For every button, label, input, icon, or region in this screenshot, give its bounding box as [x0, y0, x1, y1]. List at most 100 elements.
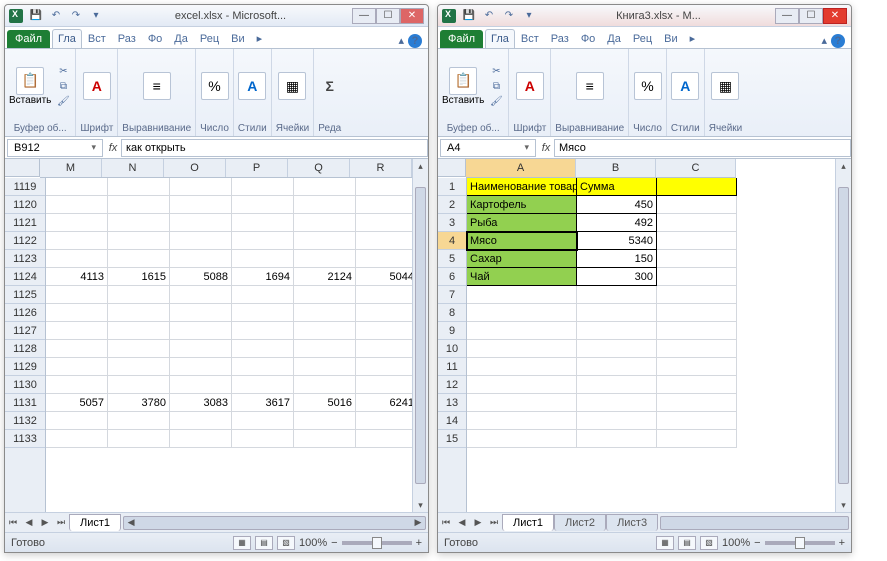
- cell[interactable]: [232, 412, 294, 430]
- cell[interactable]: [232, 358, 294, 376]
- cell[interactable]: 2124: [294, 268, 356, 286]
- formula-bar[interactable]: как открыть: [121, 139, 428, 157]
- help-icon[interactable]: ?: [408, 34, 422, 48]
- qat-more-icon[interactable]: ▾: [520, 8, 538, 24]
- tab-data[interactable]: Да: [168, 29, 194, 48]
- tab-formulas[interactable]: Фо: [142, 29, 168, 48]
- hscroll-left-icon[interactable]: ◀: [124, 517, 138, 529]
- tab-more-icon[interactable]: ▸: [684, 28, 702, 48]
- cell[interactable]: [356, 376, 412, 394]
- cell[interactable]: [356, 412, 412, 430]
- tab-review[interactable]: Рец: [194, 29, 225, 48]
- cell[interactable]: [46, 376, 108, 394]
- cut-icon[interactable]: ✂: [488, 64, 504, 78]
- cell[interactable]: [108, 412, 170, 430]
- cell-area[interactable]: Наименование товараСуммаКартофель450Рыба…: [467, 178, 737, 512]
- cell[interactable]: [170, 412, 232, 430]
- name-box[interactable]: B912▾: [7, 139, 103, 157]
- cell[interactable]: 5088: [170, 268, 232, 286]
- cell[interactable]: [232, 304, 294, 322]
- row-header[interactable]: 1119: [5, 178, 45, 196]
- cell[interactable]: [294, 322, 356, 340]
- save-icon[interactable]: 💾: [460, 8, 478, 24]
- styles-icon[interactable]: A: [671, 72, 699, 100]
- cell[interactable]: [294, 250, 356, 268]
- cell[interactable]: Сахар: [467, 250, 577, 268]
- cell[interactable]: [232, 178, 294, 196]
- align-icon[interactable]: ≡: [576, 72, 604, 100]
- paste-icon[interactable]: 📋: [449, 67, 477, 95]
- row-header[interactable]: 1128: [5, 340, 45, 358]
- cell[interactable]: [657, 412, 737, 430]
- select-all-corner[interactable]: [438, 159, 466, 177]
- cell[interactable]: [232, 340, 294, 358]
- format-painter-icon[interactable]: 🖌: [55, 94, 71, 108]
- cell-area[interactable]: 4113161550881694212450445057378030833617…: [46, 178, 412, 512]
- tab-layout[interactable]: Раз: [112, 29, 142, 48]
- row-header[interactable]: 9: [438, 322, 466, 340]
- sheet-nav-last-icon[interactable]: ⏭: [486, 515, 502, 531]
- cell[interactable]: [467, 394, 577, 412]
- row-header[interactable]: 2: [438, 196, 466, 214]
- tab-data[interactable]: Да: [601, 29, 627, 48]
- row-header[interactable]: 11: [438, 358, 466, 376]
- cell[interactable]: [294, 376, 356, 394]
- view-break-icon[interactable]: ▧: [700, 536, 718, 550]
- cell[interactable]: 1615: [108, 268, 170, 286]
- cell[interactable]: [46, 322, 108, 340]
- cell[interactable]: [232, 430, 294, 448]
- scroll-up-icon[interactable]: ▴: [836, 159, 851, 173]
- cell[interactable]: [46, 430, 108, 448]
- view-normal-icon[interactable]: ▦: [233, 536, 251, 550]
- row-header[interactable]: 1120: [5, 196, 45, 214]
- col-header[interactable]: R: [350, 159, 412, 177]
- row-header[interactable]: 1124: [5, 268, 45, 286]
- copy-icon[interactable]: ⧉: [488, 79, 504, 93]
- save-icon[interactable]: 💾: [27, 8, 45, 24]
- zoom-slider[interactable]: [342, 541, 412, 545]
- tab-view[interactable]: Ви: [658, 29, 683, 48]
- tab-more-icon[interactable]: ▸: [251, 28, 269, 48]
- col-header[interactable]: Q: [288, 159, 350, 177]
- font-icon[interactable]: A: [83, 72, 111, 100]
- cell[interactable]: [294, 232, 356, 250]
- row-header[interactable]: 14: [438, 412, 466, 430]
- font-icon[interactable]: A: [516, 72, 544, 100]
- cell[interactable]: [657, 178, 737, 196]
- cell[interactable]: [577, 394, 657, 412]
- cell[interactable]: [46, 214, 108, 232]
- cell[interactable]: [657, 196, 737, 214]
- cell[interactable]: [46, 286, 108, 304]
- cell[interactable]: 4113: [46, 268, 108, 286]
- tab-insert[interactable]: Вст: [82, 29, 112, 48]
- cell[interactable]: 150: [577, 250, 657, 268]
- row-header[interactable]: 1133: [5, 430, 45, 448]
- row-header[interactable]: 1125: [5, 286, 45, 304]
- sheet-nav-first-icon[interactable]: ⏮: [438, 515, 454, 531]
- zoom-in-icon[interactable]: +: [416, 537, 422, 549]
- styles-icon[interactable]: A: [238, 72, 266, 100]
- cell[interactable]: [232, 232, 294, 250]
- help-icon[interactable]: ?: [831, 34, 845, 48]
- cell[interactable]: [356, 340, 412, 358]
- cell[interactable]: Рыба: [467, 214, 577, 232]
- tab-insert[interactable]: Вст: [515, 29, 545, 48]
- cell[interactable]: [657, 340, 737, 358]
- cell[interactable]: [170, 196, 232, 214]
- cell[interactable]: [356, 430, 412, 448]
- cell[interactable]: [657, 250, 737, 268]
- sheet-nav-next-icon[interactable]: ▶: [470, 515, 486, 531]
- autosum-icon[interactable]: Σ: [326, 78, 334, 94]
- cell[interactable]: [108, 340, 170, 358]
- cell[interactable]: Чай: [467, 268, 577, 286]
- redo-icon[interactable]: ↷: [67, 8, 85, 24]
- cell[interactable]: [657, 376, 737, 394]
- minimize-button[interactable]: —: [352, 8, 376, 24]
- sheet-tab-1[interactable]: Лист1: [69, 514, 121, 531]
- cell[interactable]: [46, 196, 108, 214]
- minimize-button[interactable]: —: [775, 8, 799, 24]
- cell[interactable]: [294, 286, 356, 304]
- cell[interactable]: [294, 430, 356, 448]
- row-header[interactable]: 3: [438, 214, 466, 232]
- cell[interactable]: [294, 196, 356, 214]
